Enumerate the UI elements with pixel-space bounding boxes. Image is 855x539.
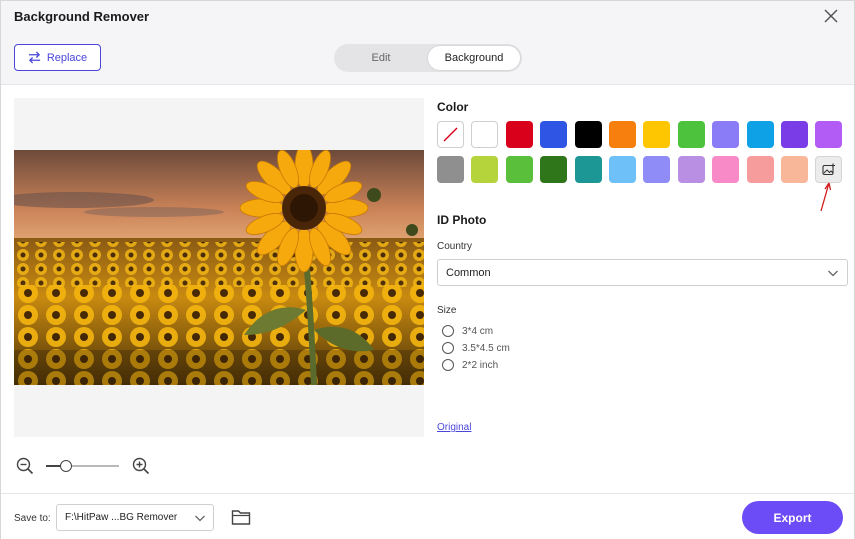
tab-background[interactable]: Background xyxy=(428,46,520,70)
size-option-3x4[interactable]: 3*4 cm xyxy=(442,324,493,338)
size-option-3-5x4-5[interactable]: 3.5*4.5 cm xyxy=(442,341,510,355)
color-swatch[interactable] xyxy=(471,156,498,183)
color-swatch[interactable] xyxy=(747,156,774,183)
radio-button[interactable] xyxy=(442,325,454,337)
color-swatch[interactable] xyxy=(540,156,567,183)
color-swatch[interactable] xyxy=(540,121,567,148)
no-color-icon xyxy=(443,127,458,142)
transparent-swatch[interactable] xyxy=(437,121,464,148)
image-preview xyxy=(14,98,424,437)
folder-icon[interactable] xyxy=(231,508,251,526)
color-swatch[interactable] xyxy=(471,121,498,148)
id-photo-section-title: ID Photo xyxy=(437,213,487,227)
country-label: Country xyxy=(437,241,473,252)
footer-bar: Save to: F:\HitPaw ...BG Remover Export xyxy=(1,493,854,539)
color-swatch[interactable] xyxy=(781,121,808,148)
color-swatch[interactable] xyxy=(678,156,705,183)
background-remover-window: Background Remover Replace Edit Backgrou… xyxy=(0,0,855,539)
add-image-icon xyxy=(821,163,835,175)
title-bar: Background Remover Replace Edit Backgrou… xyxy=(1,1,854,85)
replace-button[interactable]: Replace xyxy=(14,44,101,71)
chevron-down-icon xyxy=(828,270,838,277)
size-option-2x2[interactable]: 2*2 inch xyxy=(442,358,498,372)
tab-edit[interactable]: Edit xyxy=(336,46,426,70)
sunflower-photo xyxy=(14,150,424,385)
color-swatch[interactable] xyxy=(506,121,533,148)
close-icon[interactable] xyxy=(822,7,840,25)
replace-label: Replace xyxy=(46,51,88,64)
save-path-dropdown[interactable]: F:\HitPaw ...BG Remover xyxy=(56,504,214,531)
color-swatch[interactable] xyxy=(678,121,705,148)
color-swatch[interactable] xyxy=(815,121,842,148)
size-label: Size xyxy=(437,305,457,316)
chevron-down-icon xyxy=(195,515,205,522)
zoom-slider-handle[interactable] xyxy=(60,460,72,472)
color-swatch[interactable] xyxy=(643,121,670,148)
color-swatch[interactable] xyxy=(712,156,739,183)
window-title: Background Remover xyxy=(14,9,150,24)
export-button[interactable]: Export xyxy=(742,501,843,534)
color-swatch[interactable] xyxy=(437,156,464,183)
radio-button[interactable] xyxy=(442,342,454,354)
country-value: Common xyxy=(446,266,491,279)
mode-switch: Edit Background xyxy=(334,44,522,72)
color-section-title: Color xyxy=(437,100,469,114)
color-swatch[interactable] xyxy=(781,156,808,183)
original-link[interactable]: Original xyxy=(437,422,471,433)
radio-button[interactable] xyxy=(442,359,454,371)
color-swatch[interactable] xyxy=(712,121,739,148)
size-option-label: 3*4 cm xyxy=(462,325,494,337)
swap-icon xyxy=(28,51,40,64)
color-swatch[interactable] xyxy=(575,156,602,183)
save-to-label: Save to: xyxy=(14,513,51,524)
color-swatch[interactable] xyxy=(643,156,670,183)
size-option-label: 3.5*4.5 cm xyxy=(462,342,510,354)
color-swatch[interactable] xyxy=(747,121,774,148)
size-option-label: 2*2 inch xyxy=(462,359,499,371)
color-swatch[interactable] xyxy=(506,156,533,183)
color-swatch[interactable] xyxy=(609,156,636,183)
country-dropdown[interactable]: Common xyxy=(437,259,848,286)
zoom-out-icon[interactable] xyxy=(16,457,34,475)
save-path-value: F:\HitPaw ...BG Remover xyxy=(65,512,178,523)
zoom-in-icon[interactable] xyxy=(132,457,150,475)
color-swatch[interactable] xyxy=(575,121,602,148)
red-arrow-annotation xyxy=(820,182,832,212)
color-swatch[interactable] xyxy=(609,121,636,148)
